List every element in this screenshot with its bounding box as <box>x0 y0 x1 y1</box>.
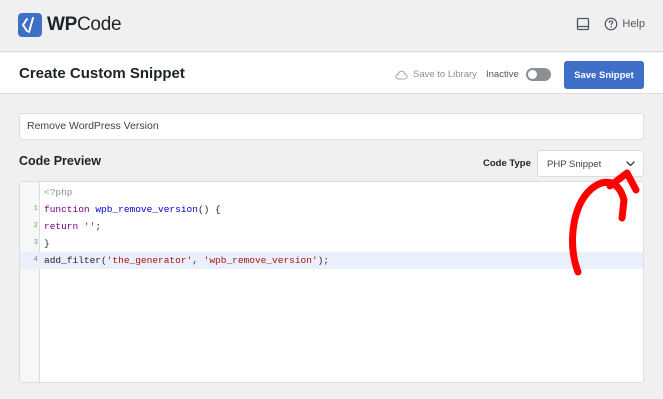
help-label: Help <box>622 18 645 30</box>
wpcode-logo[interactable]: WPCode <box>18 13 122 37</box>
help-icon <box>604 17 618 31</box>
code-token: 'the_generator' <box>106 255 193 266</box>
code-token: ; <box>95 221 102 232</box>
toggle-knob <box>528 70 537 79</box>
code-preview-heading: Code Preview <box>19 154 101 168</box>
code-token: wpb_remove_version <box>95 204 198 215</box>
code-token: function <box>44 204 96 215</box>
php-open-tag: <?php <box>44 187 73 198</box>
save-snippet-button[interactable]: Save Snippet <box>564 61 644 89</box>
code-token: return <box>44 221 84 232</box>
code-type-label: Code Type <box>483 158 531 169</box>
snippet-title-input[interactable]: Remove WordPress Version <box>19 113 644 140</box>
line-code: function wpb_remove_version() { <box>44 201 221 218</box>
code-token: '' <box>83 221 96 232</box>
active-toggle[interactable] <box>526 68 551 81</box>
red-arrow-annotation <box>569 169 640 276</box>
php-open-tag-line: <?php <box>20 184 643 201</box>
code-token: ); <box>317 255 330 266</box>
line-code: return ''; <box>44 218 101 235</box>
line-code: } <box>44 235 50 252</box>
line-number: 3 <box>33 239 38 247</box>
code-token: add_filter( <box>44 255 107 266</box>
code-editor[interactable]: <?php 1 function wpb_remove_version() { 2 r… <box>19 181 644 383</box>
page-title: Create Custom Snippet <box>19 65 185 82</box>
line-number: 1 <box>33 205 38 213</box>
logo-icon <box>18 13 42 37</box>
save-to-library-button[interactable]: Save to Library <box>395 69 477 80</box>
code-token: () { <box>197 204 221 215</box>
page-header: Create Custom Snippet Save to Library In… <box>0 53 663 94</box>
code-line: 4 add_filter('the_generator', 'wpb_remove… <box>20 252 643 269</box>
code-line: 1 function wpb_remove_version() { <box>20 201 643 218</box>
top-bar: WPCode Help <box>0 0 663 52</box>
code-token: 'wpb_remove_version' <box>203 255 318 266</box>
help-link[interactable]: Help <box>604 17 645 31</box>
brand-name: WPCode <box>47 14 122 35</box>
code-line: 2 return ''; <box>20 218 643 235</box>
line-number: 2 <box>33 222 38 230</box>
cloud-icon <box>395 70 408 80</box>
status-label: Inactive <box>486 69 519 80</box>
code-token: , <box>192 255 204 266</box>
code-line: 3} <box>20 235 643 252</box>
sidebar-toggle-icon[interactable] <box>576 17 590 31</box>
line-number: 4 <box>33 256 38 264</box>
save-to-library-label: Save to Library <box>413 69 477 80</box>
line-code: add_filter('the_generator', 'wpb_remove_… <box>44 252 329 269</box>
code-token: } <box>44 238 50 249</box>
